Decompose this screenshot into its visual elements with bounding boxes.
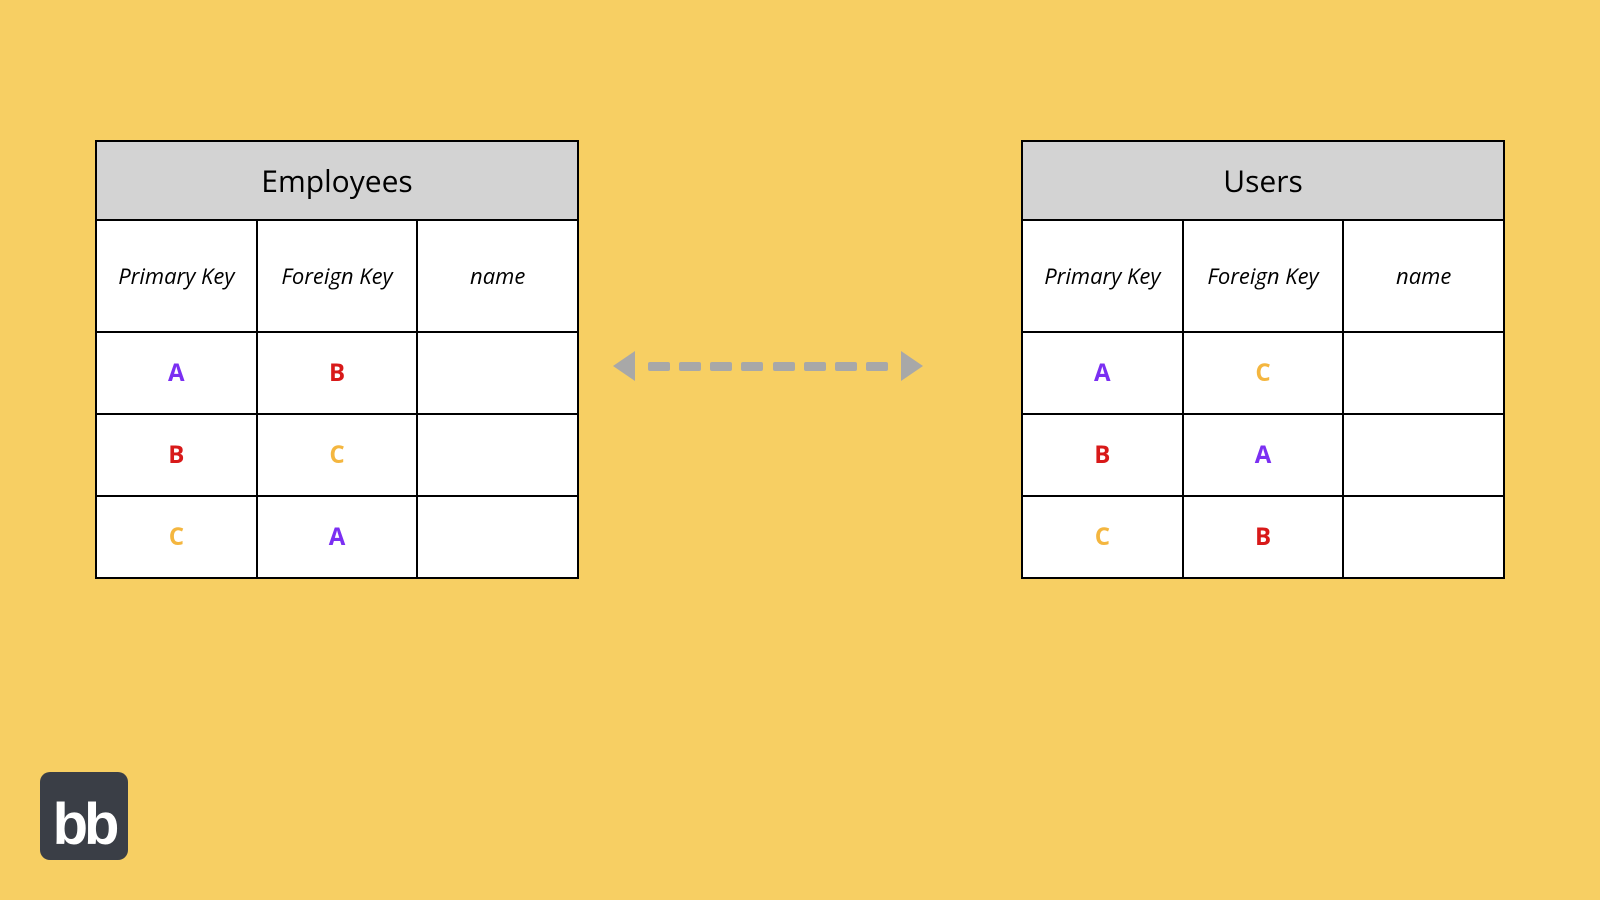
- table-row: C A: [97, 495, 577, 577]
- table-title: Users: [1023, 142, 1503, 221]
- table-row: A B: [97, 331, 577, 413]
- pk-cell: B: [97, 415, 256, 495]
- fk-cell: A: [1182, 415, 1343, 495]
- col-header-pk: Primary Key: [97, 221, 256, 331]
- name-cell: [1342, 497, 1503, 577]
- col-header-fk: Foreign Key: [256, 221, 417, 331]
- table-row: B A: [1023, 413, 1503, 495]
- name-cell: [1342, 333, 1503, 413]
- arrow-left-icon: [613, 351, 635, 381]
- name-cell: [416, 333, 577, 413]
- col-header-pk: Primary Key: [1023, 221, 1182, 331]
- col-header-name: name: [1342, 221, 1503, 331]
- table-row: A C: [1023, 331, 1503, 413]
- name-cell: [416, 415, 577, 495]
- table-row: B C: [97, 413, 577, 495]
- arrow-right-icon: [901, 351, 923, 381]
- fk-cell: C: [1182, 333, 1343, 413]
- arrow-dashes: [635, 362, 901, 371]
- brand-logo: bb: [40, 772, 128, 860]
- relation-arrow-icon: [613, 348, 923, 384]
- fk-cell: A: [256, 497, 417, 577]
- fk-cell: B: [256, 333, 417, 413]
- table-header-row: Primary Key Foreign Key name: [1023, 221, 1503, 331]
- employees-table: Employees Primary Key Foreign Key name A…: [95, 140, 579, 579]
- pk-cell: C: [1023, 497, 1182, 577]
- table-header-row: Primary Key Foreign Key name: [97, 221, 577, 331]
- fk-cell: C: [256, 415, 417, 495]
- table-row: C B: [1023, 495, 1503, 577]
- table-title: Employees: [97, 142, 577, 221]
- name-cell: [416, 497, 577, 577]
- pk-cell: A: [1023, 333, 1182, 413]
- pk-cell: C: [97, 497, 256, 577]
- users-table: Users Primary Key Foreign Key name A C B…: [1021, 140, 1505, 579]
- col-header-name: name: [416, 221, 577, 331]
- col-header-fk: Foreign Key: [1182, 221, 1343, 331]
- name-cell: [1342, 415, 1503, 495]
- pk-cell: A: [97, 333, 256, 413]
- pk-cell: B: [1023, 415, 1182, 495]
- fk-cell: B: [1182, 497, 1343, 577]
